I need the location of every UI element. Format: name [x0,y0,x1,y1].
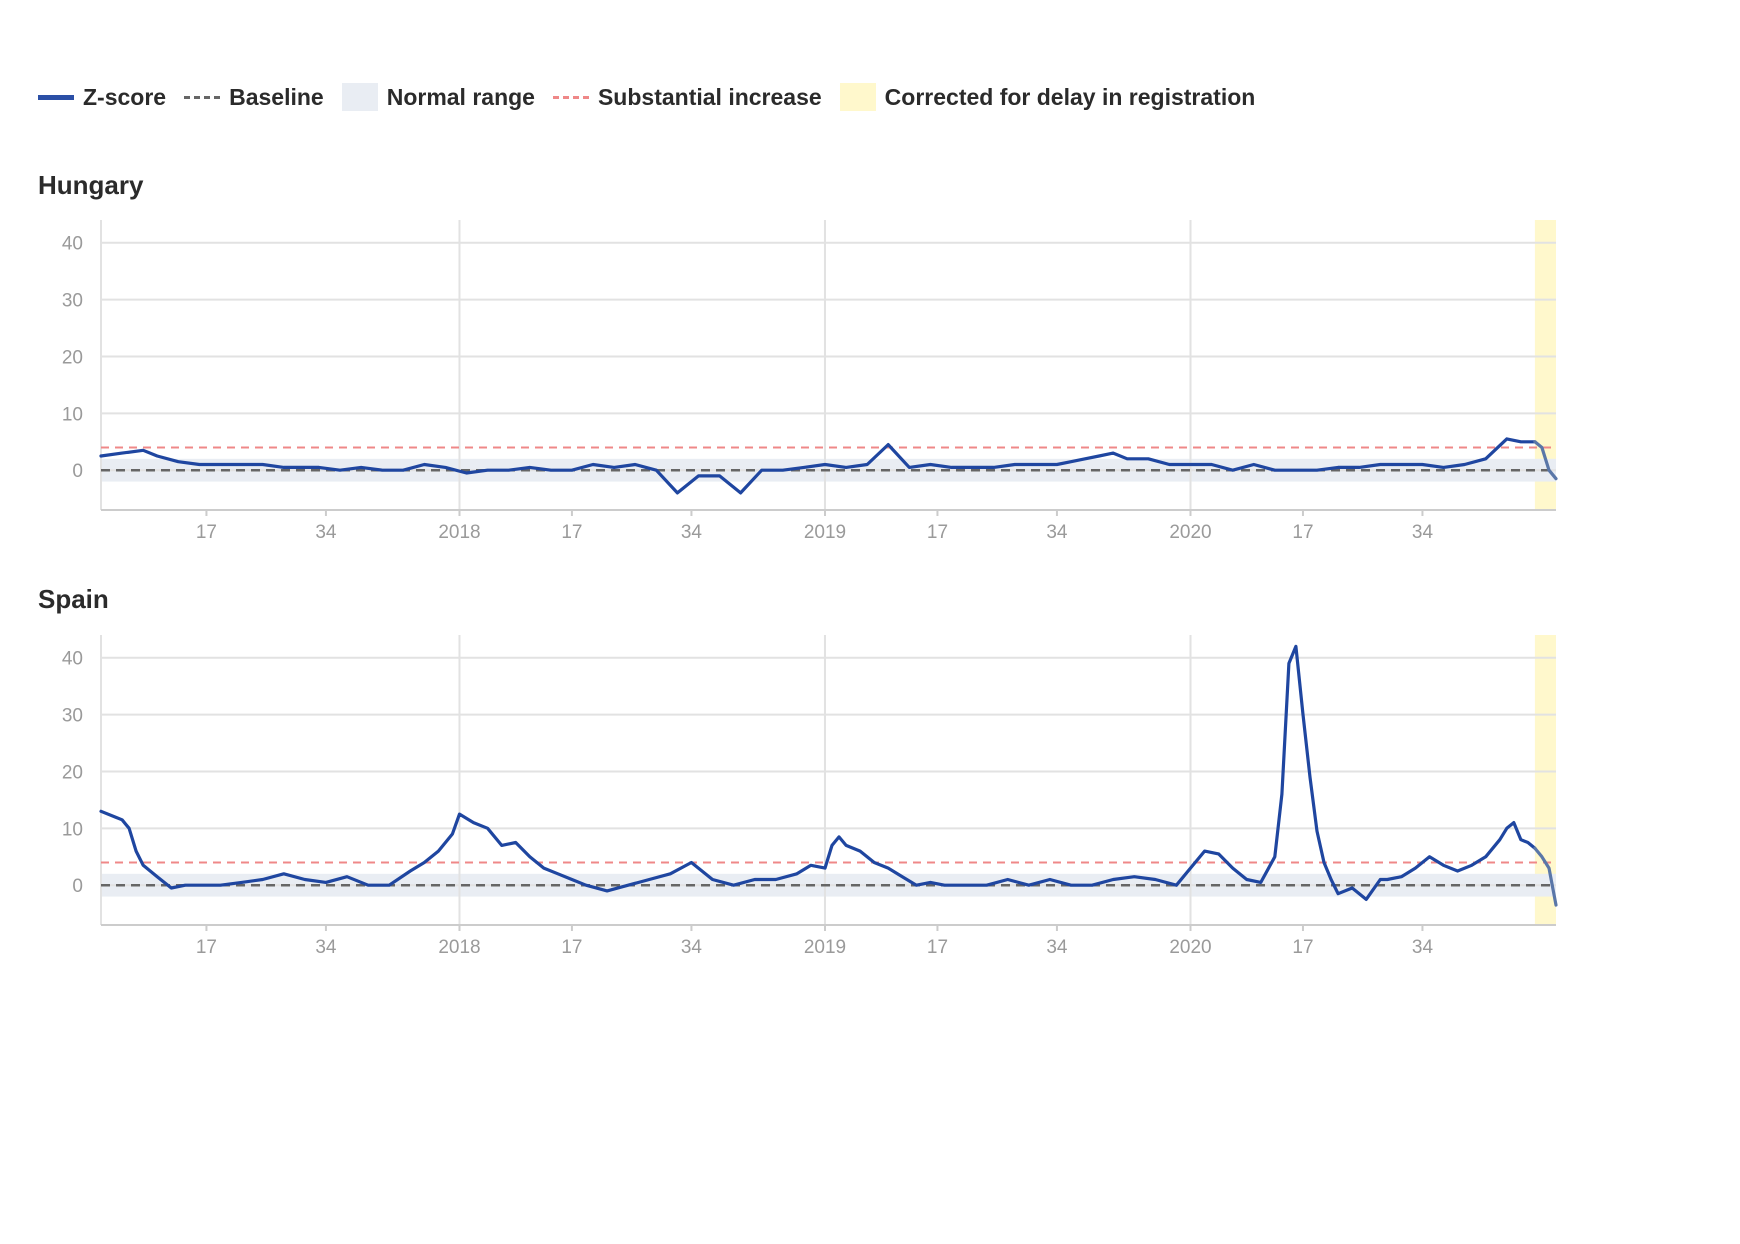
x-tick-label: 17 [196,937,217,958]
legend-label-baseline: Baseline [229,83,324,110]
x-tick-label: 2018 [438,522,480,543]
legend-item-substantial-increase[interactable]: Substantial increase [552,83,822,111]
y-tick-label: 40 [62,649,83,670]
x-tick-label: 17 [561,937,582,958]
x-tick-label: 17 [561,522,582,543]
x-tick-label: 34 [1046,937,1068,958]
chart-title-hungary: Hungary [38,170,144,200]
normal-range-swatch [341,83,378,111]
x-tick-label: 34 [1412,522,1434,543]
x-tick-label: 2020 [1169,522,1211,543]
chart-title-spain: Spain [38,584,109,614]
y-tick-label: 10 [62,404,83,425]
hungary-zscore-chart: 0 10 20 30 40 17 34 2018 17 34 2019 17 34 2020 17 34 [62,220,1558,543]
x-tick-label: 2019 [804,522,846,543]
x-tick-label: 34 [681,937,703,958]
legend-item-corrected[interactable]: Corrected for delay in registration [839,83,1256,111]
legend-item-normal-range[interactable]: Normal range [341,83,535,111]
substantial-increase-swatch [552,95,589,99]
x-tick-label: 2018 [438,937,480,958]
x-tick-label: 2019 [804,937,846,958]
legend-item-zscore[interactable]: Z-score [38,84,166,111]
x-tick-label: 34 [1412,937,1434,958]
y-tick-label: 0 [72,876,83,897]
legend-label-normal-range: Normal range [386,83,535,110]
y-tick-label: 10 [62,819,83,840]
corrected-swatch [839,83,876,111]
y-tick-label: 30 [62,706,83,727]
chart-legend: Z-score Baseline Normal range Substantia… [38,80,1273,114]
y-tick-label: 20 [62,762,83,783]
baseline-swatch [184,95,221,99]
x-tick-label: 34 [315,522,337,543]
y-tick-label: 30 [62,291,83,312]
legend-label-zscore: Z-score [83,83,167,110]
x-tick-label: 17 [927,522,948,543]
zscore-swatch [38,94,74,100]
x-tick-label: 17 [1292,522,1313,543]
y-tick-label: 40 [62,234,83,255]
y-tick-label: 20 [62,347,83,368]
x-tick-label: 17 [196,522,217,543]
x-tick-label: 17 [1292,937,1313,958]
x-tick-label: 34 [1046,522,1068,543]
x-tick-label: 17 [927,937,948,958]
legend-item-baseline[interactable]: Baseline [184,84,324,111]
legend-label-corrected: Corrected for delay in registration [884,83,1256,110]
x-tick-label: 34 [315,937,337,958]
x-tick-label: 34 [681,522,703,543]
x-tick-label: 2020 [1169,937,1211,958]
y-tick-label: 0 [72,461,83,482]
spain-zscore-chart: 0 10 20 30 40 17 34 2018 17 34 2019 17 34 2020 17 34 [62,635,1558,958]
zscore-series-line [99,644,1537,901]
legend-label-substantial-increase: Substantial increase [597,83,822,110]
